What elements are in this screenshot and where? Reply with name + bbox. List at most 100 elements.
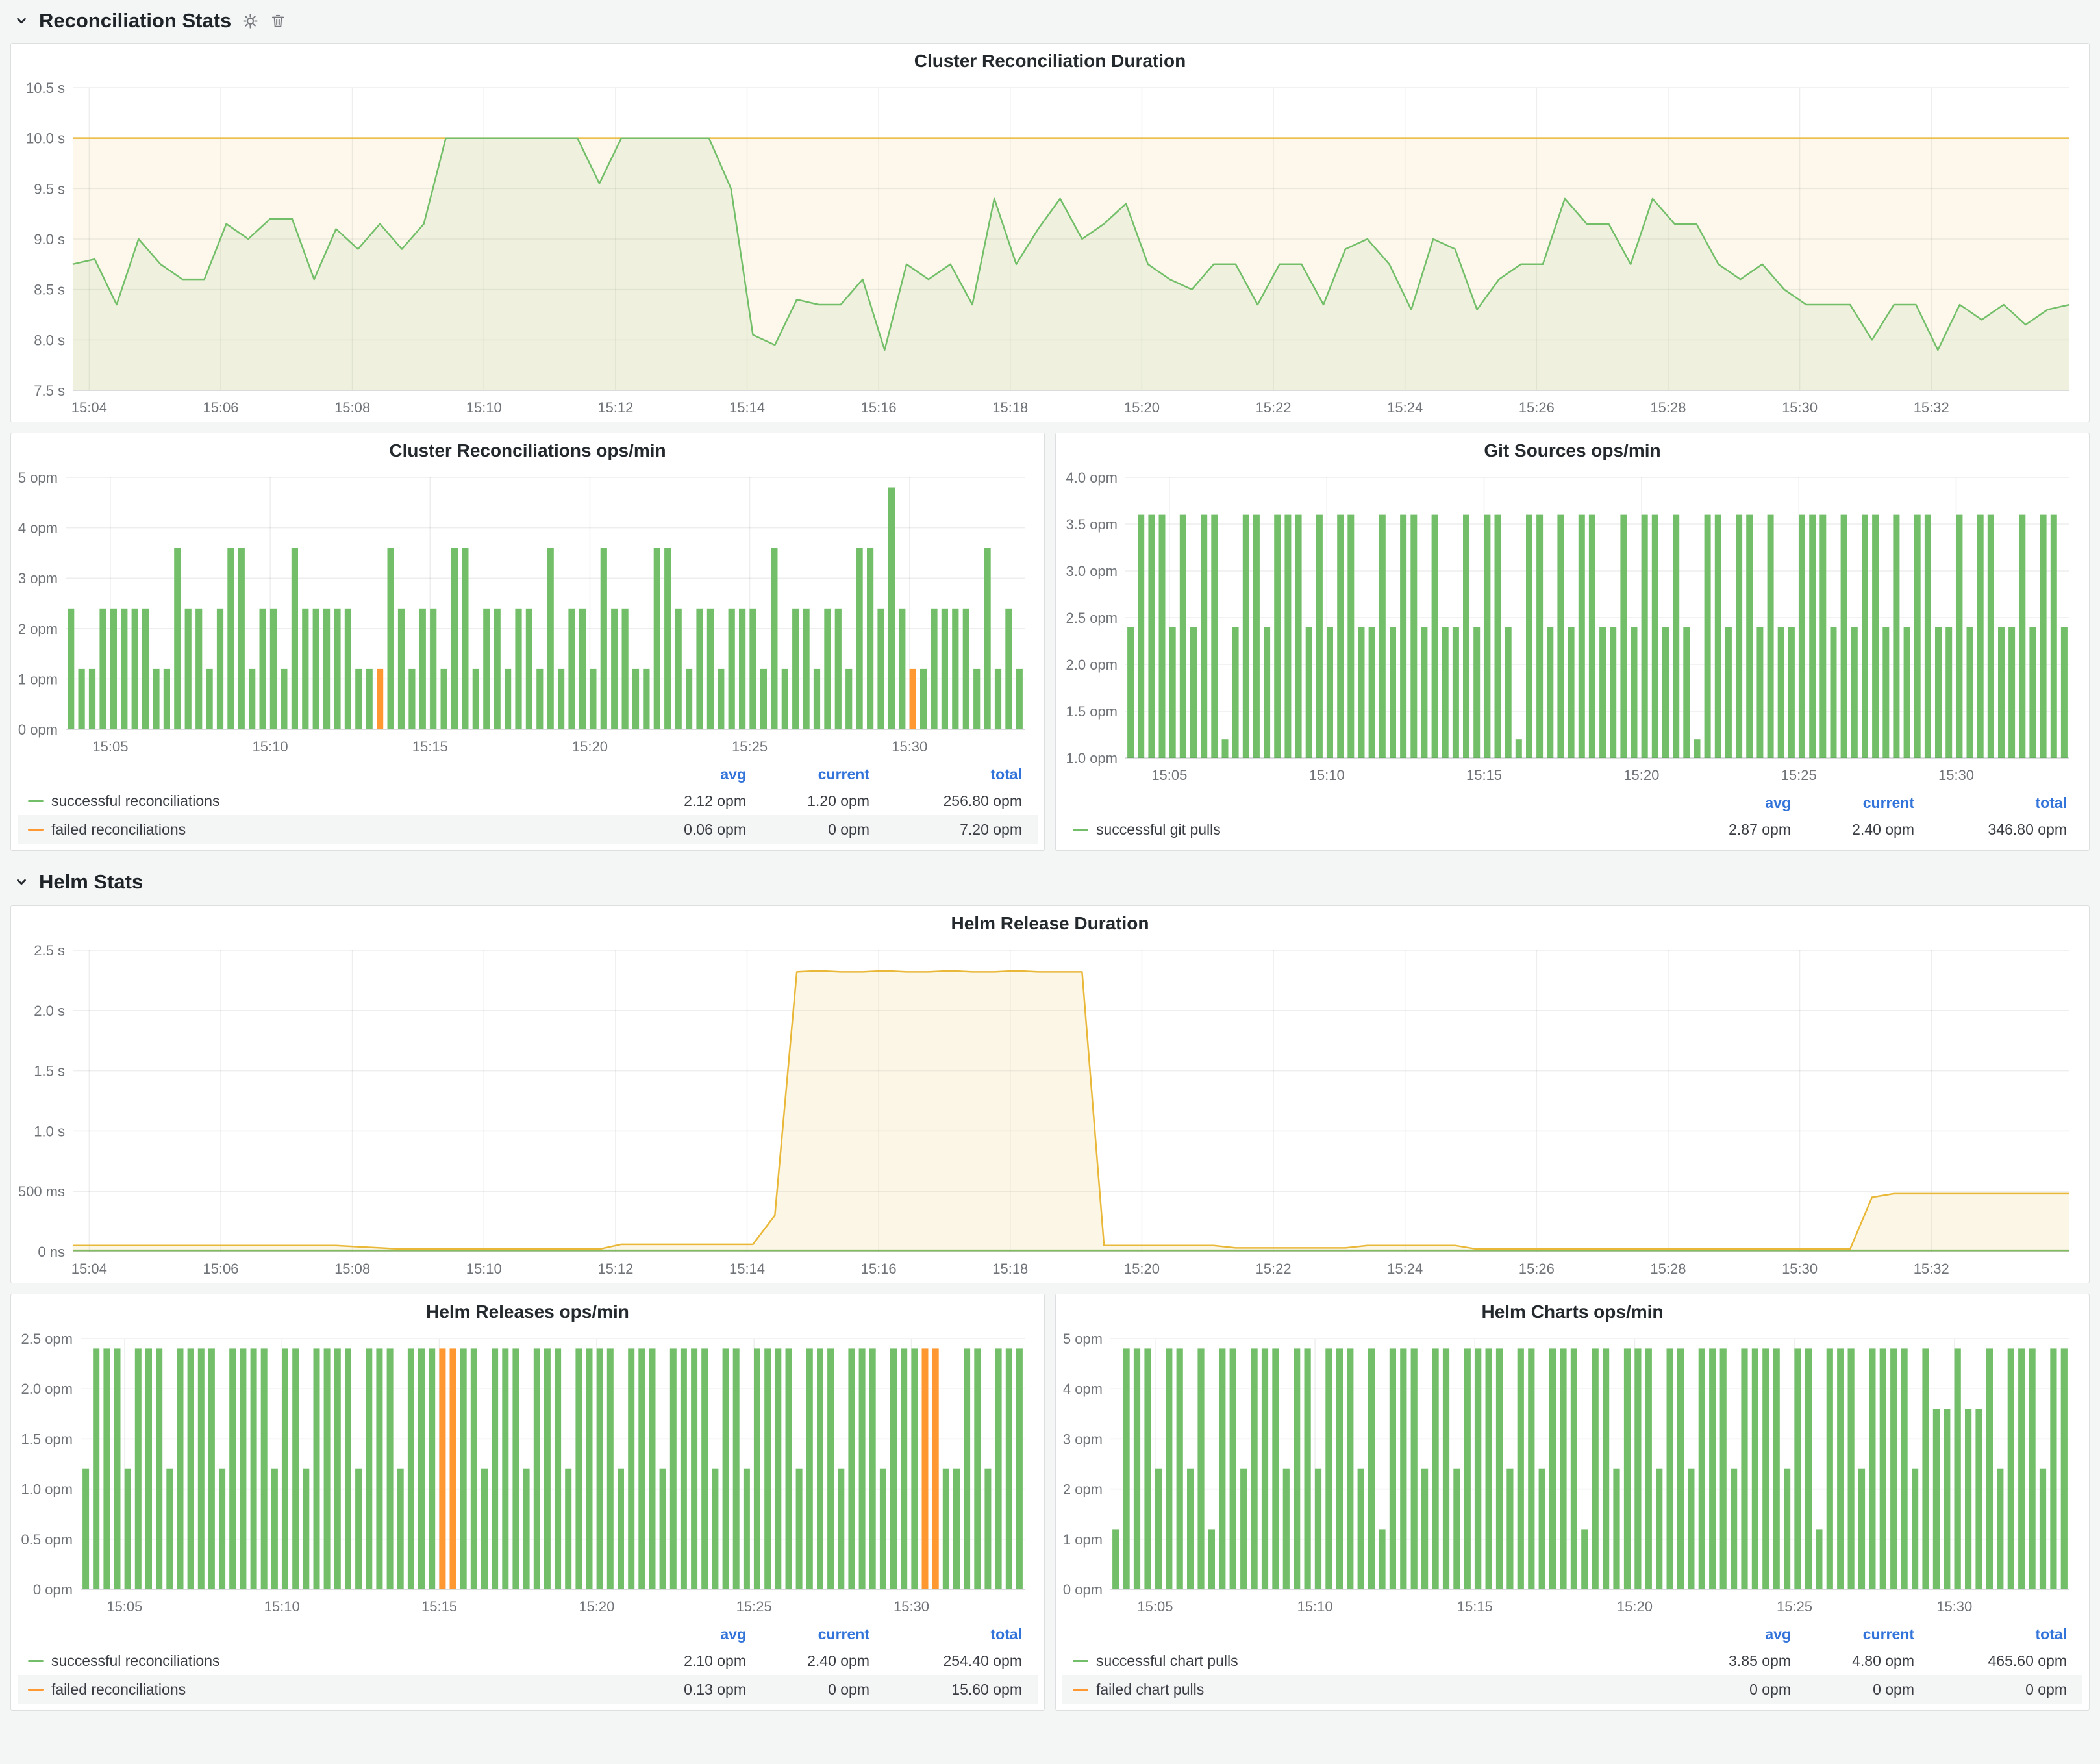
chart-svg: 0 opm1 opm2 opm3 opm4 opm5 opm15:0515:10… — [1056, 1329, 2089, 1620]
x-tick-label: 15:22 — [1256, 399, 1292, 416]
legend-value-current: 0 opm — [746, 1681, 869, 1698]
legend-series-label[interactable]: successful git pulls — [1073, 821, 1677, 838]
y-tick-label: 5 opm — [18, 470, 58, 486]
section-header-reconciliation-stats[interactable]: Reconciliation Stats — [14, 5, 286, 36]
x-tick-label: 15:12 — [597, 1261, 633, 1277]
legend-col-avg[interactable]: avg — [1677, 794, 1791, 812]
x-tick-label: 15:16 — [861, 399, 897, 416]
x-tick-label: 15:24 — [1387, 399, 1423, 416]
y-tick-label: 10.5 s — [26, 80, 65, 96]
trash-icon[interactable] — [269, 12, 286, 29]
y-tick-label: 3 opm — [18, 570, 58, 586]
chevron-down-icon[interactable] — [14, 14, 29, 28]
legend-row: failed reconciliations0.06 opm0 opm7.20 … — [18, 815, 1038, 844]
y-tick-label: 2.0 opm — [21, 1381, 73, 1397]
legend-value-avg: 0.06 opm — [632, 821, 746, 838]
x-tick-label: 15:20 — [1124, 1261, 1160, 1277]
x-tick-label: 15:14 — [729, 1261, 765, 1277]
chart-cluster-reconciliations-opm[interactable]: 0 opm1 opm2 opm3 opm4 opm5 opm15:0515:10… — [11, 468, 1044, 761]
legend-value-avg: 0 opm — [1677, 1681, 1791, 1698]
section-title: Helm Stats — [39, 870, 143, 894]
x-tick-label: 15:08 — [334, 399, 370, 416]
x-tick-label: 15:10 — [1297, 1598, 1333, 1615]
y-tick-label: 0.5 opm — [21, 1531, 73, 1548]
y-tick-label: 2 opm — [18, 621, 58, 637]
legend-col-avg[interactable]: avg — [632, 1626, 746, 1643]
y-tick-label: 2.5 s — [34, 942, 65, 959]
legend-col-current[interactable]: current — [746, 766, 869, 783]
y-tick-label: 0 ns — [38, 1244, 65, 1260]
x-tick-label: 15:24 — [1387, 1261, 1423, 1277]
legend-value-current: 0 opm — [746, 821, 869, 838]
panel-title[interactable]: Helm Releases ops/min — [11, 1294, 1044, 1329]
legend-series-label[interactable]: successful reconciliations — [28, 792, 632, 810]
legend-series-label[interactable]: failed reconciliations — [28, 1681, 632, 1698]
x-tick-label: 15:20 — [1623, 767, 1659, 783]
y-tick-label: 2.0 s — [34, 1003, 65, 1019]
x-tick-label: 15:30 — [1782, 399, 1818, 416]
panel-title[interactable]: Helm Charts ops/min — [1056, 1294, 2089, 1329]
x-tick-label: 15:10 — [253, 738, 288, 755]
panel-title[interactable]: Cluster Reconciliations ops/min — [11, 433, 1044, 468]
panel-title[interactable]: Git Sources ops/min — [1056, 433, 2089, 468]
legend-col-total[interactable]: total — [869, 766, 1022, 783]
section-header-helm-stats[interactable]: Helm Stats — [14, 866, 143, 898]
legend-header: avgcurrenttotal — [18, 762, 1038, 787]
y-tick-label: 1 opm — [1063, 1531, 1103, 1548]
chart-helm-releases-opm[interactable]: 0 opm0.5 opm1.0 opm1.5 opm2.0 opm2.5 opm… — [11, 1329, 1044, 1620]
x-tick-label: 15:08 — [334, 1261, 370, 1277]
x-tick-label: 15:06 — [203, 399, 238, 416]
legend-col-avg[interactable]: avg — [632, 766, 746, 783]
x-tick-label: 15:10 — [1309, 767, 1345, 783]
x-tick-label: 15:20 — [1617, 1598, 1653, 1615]
chart-git-sources-opm[interactable]: 1.0 opm1.5 opm2.0 opm2.5 opm3.0 opm3.5 o… — [1056, 468, 2089, 789]
legend-helm-charts: avgcurrenttotalsuccessful chart pulls3.8… — [1056, 1620, 2089, 1710]
x-tick-label: 15:25 — [1777, 1598, 1812, 1615]
legend-col-current[interactable]: current — [1791, 1626, 1914, 1643]
y-tick-label: 0 opm — [18, 722, 58, 738]
x-tick-label: 15:18 — [992, 399, 1028, 416]
legend-col-current[interactable]: current — [1791, 794, 1914, 812]
legend-series-marker-icon — [1073, 1660, 1088, 1662]
legend-series-label[interactable]: successful reconciliations — [28, 1652, 632, 1670]
legend-row: failed reconciliations0.13 opm0 opm15.60… — [18, 1675, 1038, 1704]
y-tick-label: 0 opm — [33, 1581, 73, 1598]
legend-value-avg: 0.13 opm — [632, 1681, 746, 1698]
legend-value-avg: 2.10 opm — [632, 1652, 746, 1670]
y-tick-label: 9.0 s — [34, 231, 65, 247]
chart-cluster-reconciliation-duration[interactable]: 7.5 s8.0 s8.5 s9.0 s9.5 s10.0 s10.5 s15:… — [11, 79, 2089, 422]
chart-helm-release-duration[interactable]: 0 ns500 ms1.0 s1.5 s2.0 s2.5 s15:0415:06… — [11, 941, 2089, 1283]
chevron-down-icon[interactable] — [14, 875, 29, 889]
legend-series-label[interactable]: failed reconciliations — [28, 821, 632, 838]
y-tick-label: 8.5 s — [34, 282, 65, 298]
legend-col-total[interactable]: total — [1914, 1626, 2067, 1643]
x-tick-label: 15:04 — [71, 399, 107, 416]
legend-series-label[interactable]: failed chart pulls — [1073, 1681, 1677, 1698]
x-tick-label: 15:28 — [1650, 399, 1686, 416]
panel-title[interactable]: Cluster Reconciliation Duration — [11, 44, 2089, 79]
x-tick-label: 15:30 — [892, 738, 927, 755]
x-tick-label: 15:15 — [1466, 767, 1502, 783]
x-tick-label: 15:26 — [1519, 399, 1555, 416]
gear-icon[interactable] — [242, 12, 259, 30]
x-tick-label: 15:05 — [92, 738, 128, 755]
y-tick-label: 4 opm — [1063, 1381, 1103, 1397]
legend-series-marker-icon — [1073, 829, 1088, 831]
y-tick-label: 500 ms — [18, 1183, 65, 1200]
y-tick-label: 8.0 s — [34, 332, 65, 348]
legend-col-total[interactable]: total — [1914, 794, 2067, 812]
legend-value-total: 254.40 opm — [869, 1652, 1022, 1670]
legend-series-label[interactable]: successful chart pulls — [1073, 1652, 1677, 1670]
panel-title[interactable]: Helm Release Duration — [11, 906, 2089, 941]
legend-col-total[interactable]: total — [869, 1626, 1022, 1643]
legend-value-current: 2.40 opm — [1791, 821, 1914, 838]
legend-series-name: successful reconciliations — [51, 1652, 220, 1670]
legend-col-current[interactable]: current — [746, 1626, 869, 1643]
legend-series-marker-icon — [1073, 1689, 1088, 1691]
x-tick-label: 15:20 — [1124, 399, 1160, 416]
y-tick-label: 4 opm — [18, 520, 58, 536]
legend-col-avg[interactable]: avg — [1677, 1626, 1791, 1643]
chart-helm-charts-opm[interactable]: 0 opm1 opm2 opm3 opm4 opm5 opm15:0515:10… — [1056, 1329, 2089, 1620]
x-tick-label: 15:32 — [1914, 1261, 1949, 1277]
y-tick-label: 2.5 opm — [1066, 610, 1118, 626]
